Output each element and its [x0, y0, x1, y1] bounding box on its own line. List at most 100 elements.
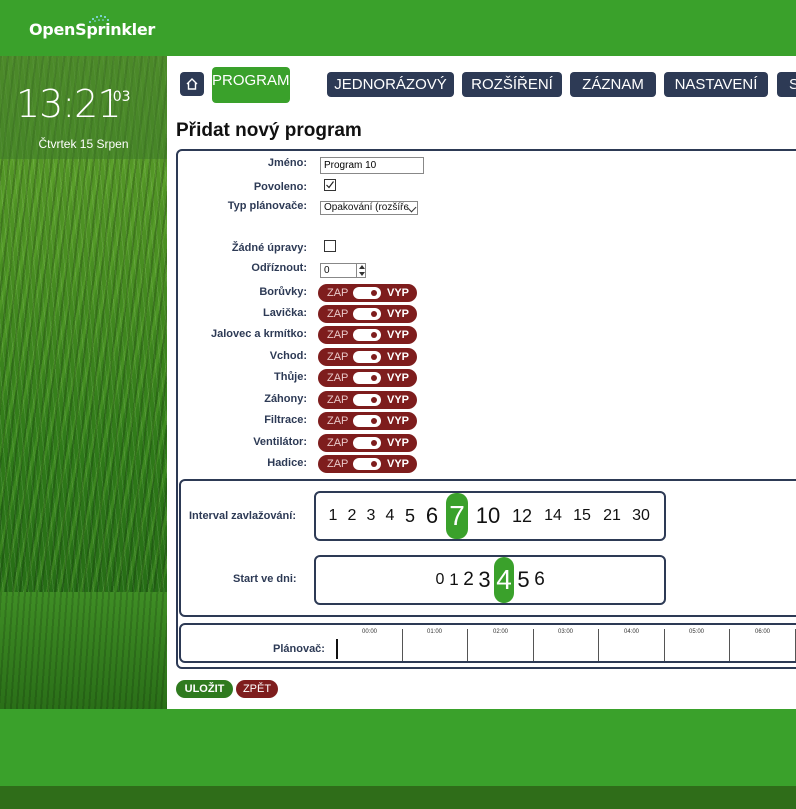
cutoff-stepper[interactable]: 0	[320, 263, 366, 278]
interval-option[interactable]: 15	[570, 493, 594, 539]
interval-option[interactable]: 3	[364, 493, 378, 539]
start-day-option[interactable]: 3	[477, 557, 492, 603]
hour-label: 00:00	[362, 629, 378, 635]
interval-option[interactable]: 4	[383, 493, 397, 539]
hour-label: 02:00	[493, 629, 509, 635]
station-toggle[interactable]: ZAP VYP	[318, 412, 417, 430]
station-toggle[interactable]: ZAP VYP	[318, 348, 417, 366]
toggle-off-label: VYP	[387, 329, 410, 341]
hour-tick	[533, 629, 534, 661]
sidebar-grass-panel: 13:21 :03 Čtvrtek 15 Srpen	[0, 56, 167, 709]
grass-band	[0, 592, 167, 709]
home-button[interactable]	[180, 72, 204, 96]
station-toggle[interactable]: ZAP VYP	[318, 326, 417, 344]
stepper-buttons[interactable]	[356, 264, 365, 277]
toggle-knob[interactable]	[353, 458, 381, 470]
enabled-checkbox[interactable]	[324, 179, 336, 191]
station-toggle[interactable]: ZAP VYP	[318, 284, 417, 302]
interval-option[interactable]: 5	[402, 493, 418, 539]
cutoff-label: Odříznout:	[251, 262, 307, 274]
interval-option[interactable]: 1	[326, 493, 340, 539]
program-name-input[interactable]: Program 10	[320, 157, 424, 174]
hour-tick	[402, 629, 403, 661]
scheduler-timeline[interactable]: 00:00 01:00 02:00 03:00 04:00 05:00 06:0…	[336, 625, 796, 663]
interval-option[interactable]: 6	[423, 493, 441, 539]
toggle-knob[interactable]	[353, 372, 381, 384]
no-changes-label: Žádné úpravy:	[231, 242, 307, 254]
tab-extensions[interactable]: ROZŠÍŘENÍ	[462, 72, 562, 97]
hour-label: 06:00	[755, 629, 771, 635]
station-label: Filtrace:	[264, 414, 307, 426]
interval-option[interactable]: 14	[541, 493, 565, 539]
scheduler-section: Plánovač: 00:00 01:00 02:00 03:00 04:00 …	[179, 623, 796, 663]
toggle-off-label: VYP	[387, 372, 410, 384]
cutoff-value: 0	[324, 265, 330, 276]
toggle-knob[interactable]	[353, 437, 381, 449]
start-day-option-selected[interactable]: 4	[494, 557, 514, 603]
station-toggle[interactable]: ZAP VYP	[318, 391, 417, 409]
back-button[interactable]: ZPĚT	[236, 680, 278, 698]
hour-label: 05:00	[689, 629, 705, 635]
start-day-option[interactable]: 2	[462, 557, 475, 603]
station-label: Borůvky:	[259, 286, 307, 298]
hour-label: 04:00	[624, 629, 640, 635]
toggle-knob[interactable]	[353, 415, 381, 427]
schedule-type-label: Typ plánovače:	[227, 200, 307, 212]
clock-date: Čtvrtek 15 Srpen	[38, 137, 129, 151]
name-label: Jméno:	[267, 157, 307, 169]
toggle-knob[interactable]	[353, 287, 381, 299]
station-label: Jalovec a krmítko:	[211, 328, 307, 340]
station-toggle[interactable]: ZAP VYP	[318, 434, 417, 452]
start-day-option[interactable]: 5	[516, 557, 531, 603]
toggle-on-label: ZAP	[327, 458, 349, 470]
interval-option[interactable]: 21	[600, 493, 624, 539]
toggle-knob[interactable]	[353, 351, 381, 363]
schedule-type-select[interactable]: Opakování (rozšíře	[320, 201, 418, 215]
hour-label: 03:00	[558, 629, 574, 635]
start-day-label: Start ve dni:	[233, 573, 297, 585]
nav-bar: PROGRAMY JEDNORÁZOVÝ ROZŠÍŘENÍ ZÁZNAM NA…	[179, 67, 796, 103]
station-toggle[interactable]: ZAP VYP	[318, 369, 417, 387]
toggle-knob[interactable]	[353, 394, 381, 406]
station-label: Lavička:	[262, 307, 307, 319]
tab-programs[interactable]: PROGRAMY	[212, 67, 300, 103]
hour-label: 01:00	[427, 629, 443, 635]
toggle-on-label: ZAP	[327, 287, 349, 299]
save-button[interactable]: ULOŽIT	[176, 680, 233, 698]
start-day-picker[interactable]: 0 1 2 3 4 5 6	[314, 555, 666, 605]
station-label: Ventilátor:	[253, 436, 307, 448]
footer-band	[0, 786, 796, 809]
interval-option[interactable]: 2	[345, 493, 359, 539]
toggle-knob[interactable]	[353, 308, 381, 320]
program-form: Jméno: Program 10 Povoleno: Typ plánovač…	[176, 149, 796, 669]
interval-label: Interval zavlažování:	[189, 510, 296, 522]
station-toggle[interactable]: ZAP VYP	[318, 305, 417, 323]
tab-run-once[interactable]: JEDNORÁZOVÝ	[327, 72, 454, 97]
decrement-arrow-icon[interactable]	[359, 272, 365, 276]
start-day-option[interactable]: 1	[448, 557, 460, 603]
schedule-type-value: Opakování (rozšíře	[324, 202, 410, 213]
station-label: Thůje:	[274, 371, 307, 383]
tab-log[interactable]: ZÁZNAM	[570, 72, 656, 97]
station-toggle[interactable]: ZAP VYP	[318, 455, 417, 473]
top-bar: OpenSprinkler	[0, 0, 796, 56]
interval-option[interactable]: 30	[629, 493, 653, 539]
toggle-on-label: ZAP	[327, 437, 349, 449]
toggle-knob[interactable]	[353, 329, 381, 341]
interval-option-selected[interactable]: 7	[446, 493, 468, 539]
station-label: Záhony:	[264, 393, 307, 405]
increment-arrow-icon[interactable]	[359, 265, 365, 269]
no-changes-checkbox[interactable]	[324, 240, 336, 252]
interval-picker[interactable]: 1 2 3 4 5 6 7 10 12 14 15 21 30	[314, 491, 666, 541]
tab-overflow[interactable]: S	[777, 72, 796, 97]
home-icon	[186, 78, 198, 90]
hour-tick	[664, 629, 665, 661]
start-day-option[interactable]: 0	[434, 557, 446, 603]
main-content: PROGRAMY JEDNORÁZOVÝ ROZŠÍŘENÍ ZÁZNAM NA…	[167, 56, 796, 709]
start-day-option[interactable]: 6	[533, 557, 546, 603]
interval-option[interactable]: 10	[473, 493, 503, 539]
station-label: Hadice:	[267, 457, 307, 469]
tab-settings[interactable]: NASTAVENÍ	[664, 72, 768, 97]
interval-option[interactable]: 12	[509, 493, 535, 539]
clock-panel: 13:21 :03 Čtvrtek 15 Srpen	[0, 56, 167, 159]
